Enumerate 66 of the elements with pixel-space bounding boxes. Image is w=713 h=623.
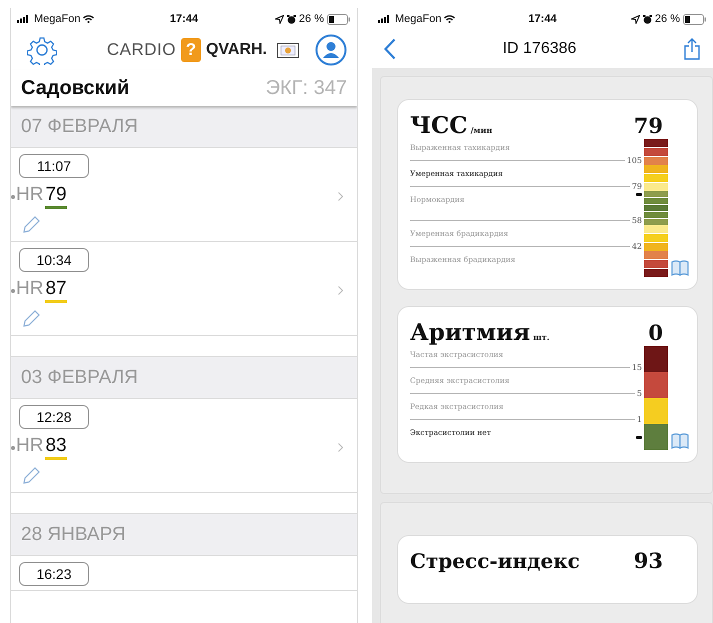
card-value: 93 — [634, 548, 663, 573]
location-icon — [274, 14, 284, 24]
chevron-right-icon[interactable] — [338, 286, 343, 295]
card-title: Аритмия — [410, 319, 530, 346]
battery-percent: 26 % — [298, 13, 324, 25]
pencil-icon[interactable] — [21, 215, 41, 235]
bullet-dot — [11, 288, 15, 292]
battery-percent: 26 % — [654, 13, 680, 25]
bullet-dot — [11, 194, 15, 198]
threshold-value: 58 — [632, 216, 642, 225]
time-label: 16:23 — [19, 562, 89, 586]
metric-value: 87 — [45, 278, 67, 303]
threshold-value: 105 — [626, 156, 642, 165]
carrier-name: MegaFon — [34, 13, 80, 25]
screen-title: ID 176386 — [502, 40, 578, 58]
pencil-icon[interactable] — [21, 466, 41, 486]
wifi-icon — [444, 15, 456, 23]
logo-text: QVARH. — [206, 41, 267, 59]
card-icon — [277, 42, 299, 58]
battery-icon — [682, 14, 707, 24]
chevron-right-icon[interactable] — [338, 192, 343, 201]
card-title: Стресс-индекс — [410, 549, 580, 573]
card-title: ЧСС — [410, 112, 468, 139]
threshold-value: 15 — [632, 363, 642, 372]
pencil-icon[interactable] — [21, 309, 41, 329]
time-label: 10:34 — [19, 248, 89, 272]
threshold-value: 42 — [632, 242, 642, 251]
threshold-value: 5 — [636, 389, 642, 398]
bullet-dot — [11, 446, 15, 450]
unit-label: шт. — [533, 332, 550, 342]
book-icon[interactable] — [671, 260, 689, 276]
back-icon[interactable] — [384, 38, 396, 60]
card-value: 0 — [648, 320, 663, 345]
profile-icon[interactable] — [315, 34, 347, 66]
battery-icon — [326, 14, 351, 24]
date-header: 28 ЯНВАРЯ — [11, 514, 357, 556]
chevron-right-icon[interactable] — [338, 443, 343, 452]
alarm-icon — [286, 14, 296, 24]
metric-value: 83 — [45, 435, 67, 460]
time-label: 12:28 — [19, 405, 89, 429]
signal-icon — [17, 15, 31, 23]
metric-label: HR — [16, 435, 44, 457]
threshold-value: 79 — [632, 182, 642, 191]
threshold-value: 1 — [636, 415, 642, 424]
logo-text: CARDIO — [106, 40, 176, 60]
date-header: 07 ФЕВРАЛЯ — [11, 106, 357, 148]
date-header: 03 ФЕВРАЛЯ — [11, 357, 357, 399]
ecg-count: ЭКГ: 347 — [266, 76, 347, 100]
settings-icon[interactable] — [27, 35, 57, 65]
card-value: 79 — [634, 113, 663, 138]
metric-label: HR — [16, 278, 44, 300]
status-time: 17:44 — [170, 13, 198, 25]
logo-mark: ? — [180, 38, 201, 62]
location-icon — [630, 14, 640, 24]
alarm-icon — [642, 14, 652, 24]
metric-label: HR — [16, 184, 44, 206]
signal-icon — [378, 15, 392, 23]
time-label: 11:07 — [19, 154, 89, 178]
unit-label: /мин — [470, 125, 492, 135]
wifi-icon — [83, 15, 94, 23]
carrier-name: MegaFon — [395, 13, 442, 25]
status-time: 17:44 — [528, 13, 557, 25]
metric-value: 79 — [45, 184, 67, 209]
share-icon[interactable] — [683, 38, 701, 60]
patient-name: Садовский — [21, 76, 130, 100]
book-icon[interactable] — [671, 433, 689, 449]
